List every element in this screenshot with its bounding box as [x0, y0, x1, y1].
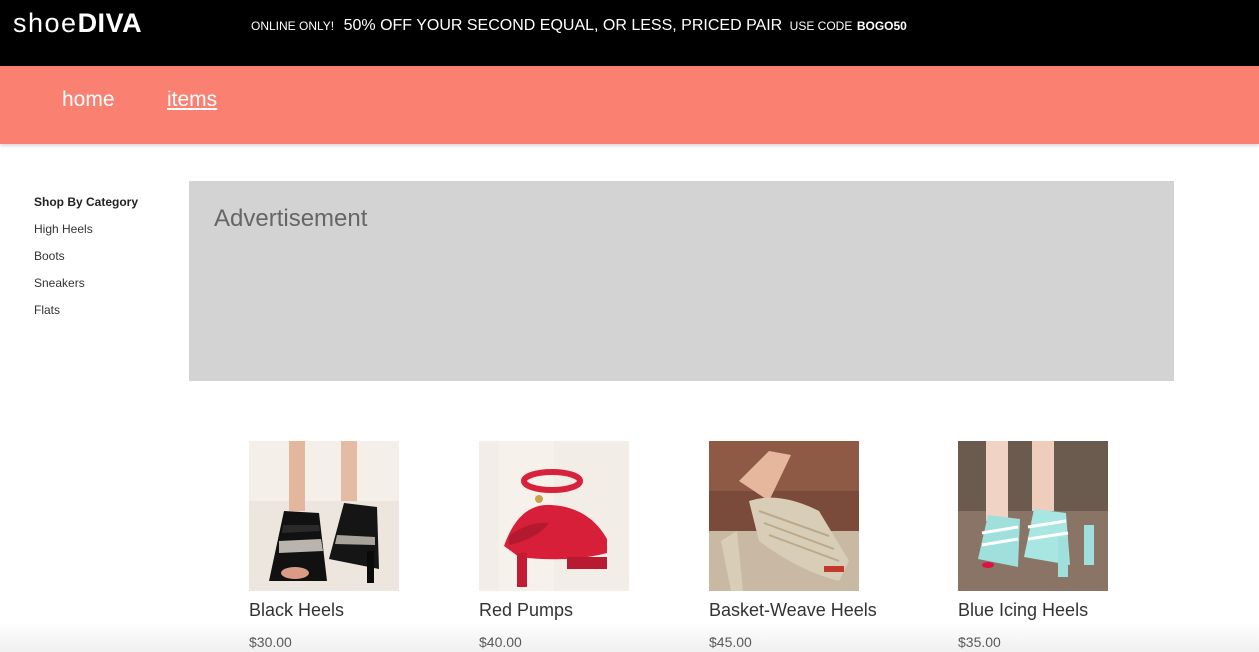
- promo-code: BOGO50: [856, 19, 907, 33]
- advertisement-label: Advertisement: [214, 205, 368, 232]
- product-name[interactable]: Basket-Weave Heels: [709, 600, 909, 621]
- nav-home-link[interactable]: home: [62, 88, 115, 112]
- product-card: Blue Icing Heels $35.00: [958, 441, 1158, 650]
- nav-items-link[interactable]: items: [167, 88, 217, 112]
- product-price: $40.00: [479, 634, 522, 650]
- product-name[interactable]: Black Heels: [249, 600, 449, 621]
- category-sneakers-link[interactable]: Sneakers: [34, 276, 164, 303]
- category-boots-link[interactable]: Boots: [34, 249, 164, 276]
- black-heels-image[interactable]: [249, 441, 399, 591]
- sidebar-heading: Shop By Category: [34, 195, 139, 209]
- advertisement-banner[interactable]: Advertisement: [189, 181, 1174, 381]
- logo-text-bold: DIVA: [77, 8, 143, 38]
- category-high-heels-link[interactable]: High Heels: [34, 222, 164, 249]
- category-flats-link[interactable]: Flats: [34, 303, 164, 330]
- product-name[interactable]: Red Pumps: [479, 600, 679, 621]
- red-pumps-image[interactable]: [479, 441, 629, 591]
- top-banner: shoeDIVA ONLINE ONLY! 50% OFF YOUR SECON…: [0, 0, 1259, 66]
- promo-code-label: USE CODE: [789, 19, 853, 33]
- main-nav: home items: [0, 66, 1259, 144]
- blue-icing-heels-image[interactable]: [958, 441, 1108, 591]
- product-price: $45.00: [709, 634, 752, 650]
- promo-message: ONLINE ONLY! 50% OFF YOUR SECOND EQUAL, …: [251, 17, 907, 35]
- product-name[interactable]: Blue Icing Heels: [958, 600, 1158, 621]
- shoediva-logo[interactable]: shoeDIVA: [13, 8, 142, 39]
- product-card: Red Pumps $40.00: [479, 441, 679, 650]
- product-card: Black Heels $30.00: [249, 441, 449, 650]
- product-card: Basket-Weave Heels $45.00: [709, 441, 909, 650]
- product-price: $35.00: [958, 634, 1001, 650]
- promo-prefix: ONLINE ONLY!: [251, 19, 335, 33]
- promo-main: 50% OFF YOUR SECOND EQUAL, OR LESS, PRIC…: [343, 17, 783, 34]
- basket-weave-heels-image[interactable]: [709, 441, 859, 591]
- logo-text-light: shoe: [13, 8, 78, 38]
- category-sidebar: Shop By Category High Heels Boots Sneake…: [34, 195, 164, 330]
- product-price: $30.00: [249, 634, 292, 650]
